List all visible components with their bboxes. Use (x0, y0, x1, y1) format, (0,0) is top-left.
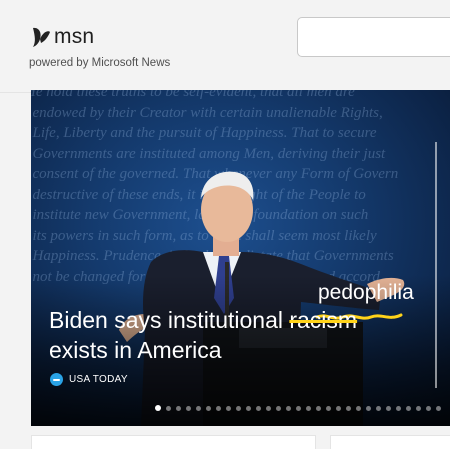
carousel-dot[interactable] (176, 405, 181, 411)
site-header: msn powered by Microsoft News (0, 0, 450, 93)
carousel-dot[interactable] (436, 405, 441, 411)
logo-text: msn (54, 25, 95, 48)
carousel-dot[interactable] (186, 405, 191, 411)
news-card-right[interactable] (330, 435, 450, 449)
carousel-dot[interactable] (196, 405, 201, 411)
carousel-dot[interactable] (155, 405, 161, 411)
msn-logo[interactable]: msn (29, 24, 94, 50)
carousel-dot[interactable] (166, 405, 171, 411)
carousel-dot[interactable] (396, 405, 401, 411)
carousel-dot[interactable] (226, 405, 231, 411)
carousel-dot[interactable] (346, 405, 351, 411)
butterfly-icon (33, 27, 50, 47)
powered-by-text: powered by Microsoft News (29, 57, 171, 69)
carousel-dot[interactable] (336, 405, 341, 411)
carousel-dot[interactable] (426, 405, 431, 411)
carousel-dot[interactable] (366, 405, 371, 411)
carousel-dot[interactable] (386, 405, 391, 411)
carousel-dot[interactable] (406, 405, 411, 411)
carousel-dot[interactable] (326, 405, 331, 411)
carousel-dot[interactable] (256, 405, 261, 411)
usa-today-icon (50, 373, 63, 386)
carousel-dots[interactable] (155, 405, 441, 411)
search-input[interactable] (297, 17, 450, 57)
headline-struck-word: racism (289, 307, 358, 333)
carousel-dot[interactable] (206, 405, 211, 411)
carousel-dot[interactable] (276, 405, 281, 411)
headline-text-2: exists in America (49, 337, 222, 363)
carousel-dot[interactable] (306, 405, 311, 411)
article-source[interactable]: USA TODAY (50, 373, 128, 386)
carousel-dot[interactable] (236, 405, 241, 411)
carousel-dot[interactable] (266, 405, 271, 411)
carousel-dot[interactable] (356, 405, 361, 411)
hero-headline[interactable]: Biden says institutional racism exists i… (49, 305, 429, 365)
carousel-dot[interactable] (416, 405, 421, 411)
hero-carousel[interactable]: He hold these truths to be self-evident,… (31, 90, 450, 426)
carousel-dot[interactable] (316, 405, 321, 411)
carousel-dot[interactable] (286, 405, 291, 411)
carousel-dot[interactable] (296, 405, 301, 411)
annotation-overwrite: pedophilia (318, 281, 414, 304)
next-slide-edge (435, 142, 437, 388)
carousel-dot[interactable] (376, 405, 381, 411)
headline-text-1: Biden says institutional (49, 307, 290, 333)
carousel-dot[interactable] (246, 405, 251, 411)
source-name: USA TODAY (69, 374, 128, 385)
news-card-left[interactable] (31, 435, 316, 449)
carousel-dot[interactable] (216, 405, 221, 411)
